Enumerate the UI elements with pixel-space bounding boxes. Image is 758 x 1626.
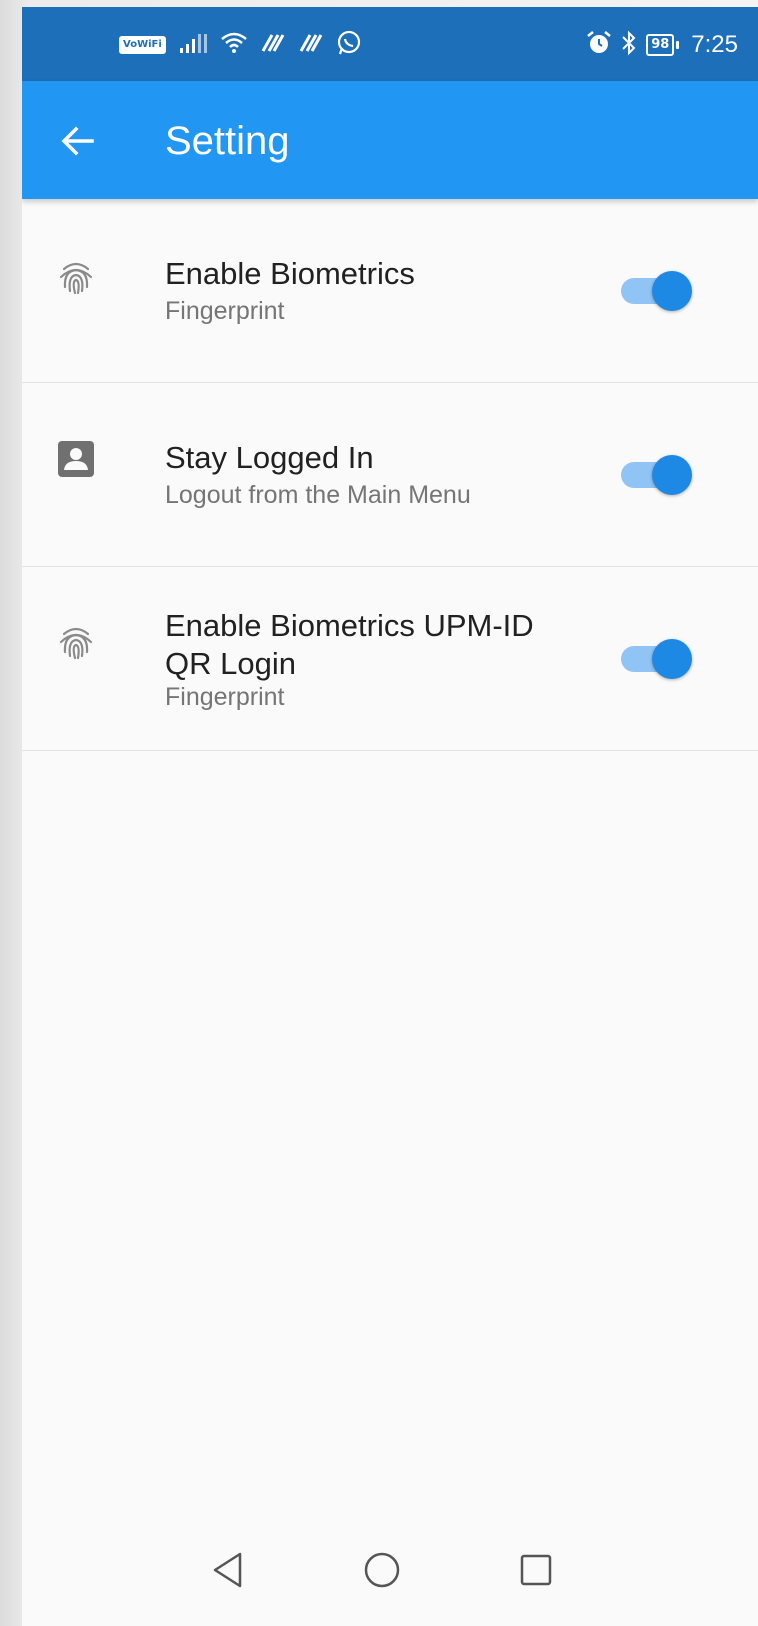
setting-subtitle: Fingerprint (165, 683, 285, 711)
stay-logged-in-toggle[interactable] (619, 453, 695, 497)
fingerprint-icon (56, 257, 96, 297)
signal-icon (178, 32, 208, 58)
status-time: 7:25 (691, 31, 738, 58)
setting-title: Stay Logged In (165, 440, 374, 475)
battery-tip (676, 41, 680, 49)
status-bar-left: VoWiFi (119, 29, 362, 61)
data-icon (298, 31, 324, 59)
toggle-thumb (652, 639, 692, 679)
setting-subtitle: Fingerprint (165, 297, 285, 325)
status-bar-right: 98 7:25 (586, 29, 738, 61)
enable-biometrics-toggle[interactable] (619, 269, 695, 313)
settings-list: Enable Biometrics Fingerprint Stay Logge… (22, 199, 758, 751)
system-nav-bar (22, 1514, 758, 1626)
wifi-icon (220, 31, 248, 59)
nav-recents-button[interactable] (510, 1544, 562, 1596)
alarm-icon (586, 30, 612, 60)
back-button[interactable] (50, 113, 106, 169)
setting-title: Enable Biometrics UPM-ID QR Login (165, 608, 534, 681)
back-triangle-icon (213, 1552, 242, 1588)
setting-title: Enable Biometrics (165, 256, 415, 291)
whatsapp-icon (336, 30, 362, 60)
setting-row-stay-logged-in[interactable]: Stay Logged In Logout from the Main Menu (22, 383, 758, 567)
fingerprint-icon (56, 622, 96, 662)
status-bar: VoWiFi 98 7:25 (22, 7, 758, 81)
nav-back-button[interactable] (202, 1544, 254, 1596)
account-box-icon (56, 439, 96, 479)
biometrics-qr-login-toggle[interactable] (619, 637, 695, 681)
setting-text: Enable Biometrics UPM-ID QR Login Finger… (165, 607, 585, 713)
phone-screen: VoWiFi 98 7:25 Setting Enable Biometrics… (22, 7, 758, 1626)
bluetooth-icon (620, 30, 638, 60)
recents-square-icon (520, 1554, 552, 1586)
setting-row-biometrics-qr-login[interactable]: Enable Biometrics UPM-ID QR Login Finger… (22, 567, 758, 751)
home-circle-icon (364, 1552, 400, 1588)
battery-icon: 98 (646, 34, 680, 56)
arrow-left-icon (61, 126, 94, 156)
setting-text: Stay Logged In Logout from the Main Menu (165, 439, 585, 511)
toggle-thumb (652, 271, 692, 311)
nav-home-button[interactable] (356, 1544, 408, 1596)
vowifi-icon: VoWiFi (119, 36, 166, 54)
battery-level: 98 (646, 34, 675, 56)
toggle-thumb (652, 455, 692, 495)
setting-row-enable-biometrics[interactable]: Enable Biometrics Fingerprint (22, 199, 758, 383)
data-icon (260, 31, 286, 59)
page-title: Setting (165, 119, 290, 163)
app-bar: Setting (22, 81, 758, 199)
setting-subtitle: Logout from the Main Menu (165, 481, 471, 509)
setting-text: Enable Biometrics Fingerprint (165, 255, 585, 327)
